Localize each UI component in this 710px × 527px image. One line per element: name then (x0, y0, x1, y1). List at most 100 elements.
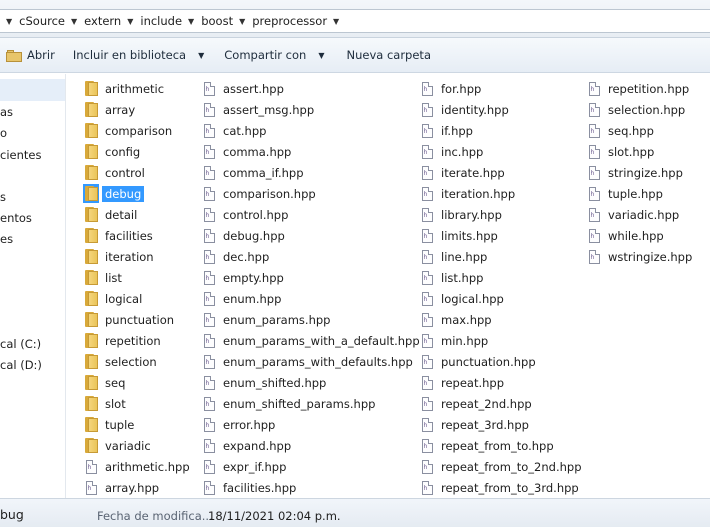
file-item[interactable]: repeat_from_to_2nd.hpp (419, 456, 585, 477)
file-item[interactable]: list.hpp (419, 267, 486, 288)
nav-item[interactable]: entos (0, 211, 32, 225)
folder-item[interactable]: iteration (83, 246, 157, 267)
file-item[interactable]: comparison.hpp (201, 183, 319, 204)
folder-item[interactable]: selection (83, 351, 160, 372)
file-item[interactable]: wstringize.hpp (586, 246, 695, 267)
file-item[interactable]: enum_params_with_a_default.hpp (201, 330, 423, 351)
file-item[interactable]: repeat_from_to_3rd.hpp (419, 477, 582, 498)
file-item[interactable]: line.hpp (419, 246, 490, 267)
file-item[interactable]: enum_params.hpp (201, 309, 333, 330)
breadcrumb-item-include[interactable]: include ▼ (139, 14, 200, 28)
nav-item-drive-d[interactable]: cal (D:) (0, 358, 42, 372)
breadcrumb-item-preprocessor[interactable]: preprocessor ▼ (251, 14, 345, 28)
file-item[interactable]: iterate.hpp (419, 162, 508, 183)
chevron-down-icon[interactable]: ▼ (328, 17, 345, 26)
file-item[interactable]: tuple.hpp (586, 183, 666, 204)
file-item[interactable]: repeat_3rd.hpp (419, 414, 532, 435)
file-item[interactable]: while.hpp (586, 225, 667, 246)
file-item[interactable]: inc.hpp (419, 141, 486, 162)
file-item[interactable]: max.hpp (419, 309, 495, 330)
folder-item[interactable]: seq (83, 372, 128, 393)
file-item[interactable]: comma.hpp (201, 141, 294, 162)
folder-item[interactable]: list (83, 267, 125, 288)
file-item[interactable]: empty.hpp (201, 267, 287, 288)
folder-item[interactable]: logical (83, 288, 145, 309)
nav-item[interactable]: cientes (0, 148, 41, 162)
folder-item[interactable]: punctuation (83, 309, 177, 330)
chevron-down-icon[interactable]: ▼ (183, 17, 200, 26)
file-item[interactable]: array.hpp (83, 477, 162, 498)
file-item[interactable]: stringize.hpp (586, 162, 686, 183)
chevron-down-icon[interactable]: ▼ (122, 17, 139, 26)
item-label: repeat.hpp (441, 375, 505, 390)
nav-item[interactable]: as (0, 105, 13, 119)
file-item[interactable]: punctuation.hpp (419, 351, 539, 372)
nav-item[interactable]: o (0, 126, 7, 140)
folder-item[interactable]: comparison (83, 120, 175, 141)
file-item[interactable]: comma_if.hpp (201, 162, 307, 183)
file-item[interactable]: enum_shifted_params.hpp (201, 393, 378, 414)
file-item[interactable]: library.hpp (419, 204, 505, 225)
share-with-button[interactable]: Compartir con ▼ (216, 43, 332, 67)
file-item[interactable]: expr_if.hpp (201, 456, 289, 477)
chevron-down-icon[interactable]: ▼ (234, 17, 251, 26)
file-item[interactable]: cat.hpp (201, 120, 269, 141)
file-item[interactable]: debug.hpp (201, 225, 288, 246)
folder-item[interactable]: slot (83, 393, 129, 414)
file-item[interactable]: repeat.hpp (419, 372, 507, 393)
file-item[interactable]: selection.hpp (586, 99, 688, 120)
file-item[interactable]: enum_params_with_defaults.hpp (201, 351, 416, 372)
include-library-button[interactable]: Incluir en biblioteca ▼ (65, 43, 212, 67)
breadcrumb[interactable]: ▼ cSource ▼ extern ▼ include ▼ boost ▼ p… (0, 9, 710, 33)
file-item[interactable]: limits.hpp (419, 225, 501, 246)
folder-item[interactable]: variadic (83, 435, 154, 456)
file-item[interactable]: facilities.hpp (201, 477, 299, 498)
breadcrumb-item-csource[interactable]: cSource ▼ (18, 14, 83, 28)
file-item[interactable]: seq.hpp (586, 120, 657, 141)
chevron-down-icon[interactable]: ▼ (66, 17, 83, 26)
file-item[interactable]: logical.hpp (419, 288, 507, 309)
folder-item[interactable]: config (83, 141, 143, 162)
file-item[interactable]: dec.hpp (201, 246, 272, 267)
folder-item[interactable]: repetition (83, 330, 164, 351)
file-item[interactable]: arithmetic.hpp (83, 456, 193, 477)
file-item[interactable]: variadic.hpp (586, 204, 682, 225)
file-item[interactable]: assert_msg.hpp (201, 99, 317, 120)
breadcrumb-item-extern[interactable]: extern ▼ (83, 14, 139, 28)
file-item[interactable]: assert.hpp (201, 78, 287, 99)
file-item[interactable]: repeat_from_to.hpp (419, 435, 557, 456)
file-item[interactable]: min.hpp (419, 330, 491, 351)
nav-item[interactable]: s (0, 190, 6, 204)
folder-item[interactable]: array (83, 99, 138, 120)
breadcrumb-item-boost[interactable]: boost ▼ (200, 14, 251, 28)
nav-selected-row[interactable] (0, 79, 65, 101)
file-item[interactable]: expand.hpp (201, 435, 294, 456)
navigation-pane[interactable]: as o cientes s entos es cal (C:) cal (D:… (0, 74, 66, 498)
file-item[interactable]: repeat_2nd.hpp (419, 393, 535, 414)
hpp-file-icon (201, 247, 217, 266)
file-item[interactable]: for.hpp (419, 78, 484, 99)
hpp-file-icon (201, 436, 217, 455)
folder-icon (83, 100, 99, 119)
file-item[interactable]: enum.hpp (201, 288, 284, 309)
file-item[interactable]: error.hpp (201, 414, 278, 435)
folder-item[interactable]: detail (83, 204, 140, 225)
nav-item-drive-c[interactable]: cal (C:) (0, 337, 41, 351)
open-button[interactable]: Abrir (0, 43, 63, 67)
file-item[interactable]: if.hpp (419, 120, 476, 141)
file-item[interactable]: identity.hpp (419, 99, 512, 120)
folder-item[interactable]: facilities (83, 225, 156, 246)
file-item[interactable]: iteration.hpp (419, 183, 518, 204)
folder-item[interactable]: control (83, 162, 148, 183)
file-item[interactable]: enum_shifted.hpp (201, 372, 329, 393)
file-item[interactable]: repetition.hpp (586, 78, 692, 99)
nav-item[interactable]: es (0, 232, 13, 246)
file-item[interactable]: slot.hpp (586, 141, 657, 162)
new-folder-button[interactable]: Nueva carpeta (338, 43, 439, 67)
folder-item[interactable]: tuple (83, 414, 137, 435)
chevron-down-icon[interactable]: ▼ (4, 17, 18, 26)
file-list[interactable]: arithmetic array comparison config control de… (67, 74, 710, 498)
file-item[interactable]: control.hpp (201, 204, 291, 225)
folder-item[interactable]: debug (83, 183, 145, 204)
folder-item[interactable]: arithmetic (83, 78, 167, 99)
